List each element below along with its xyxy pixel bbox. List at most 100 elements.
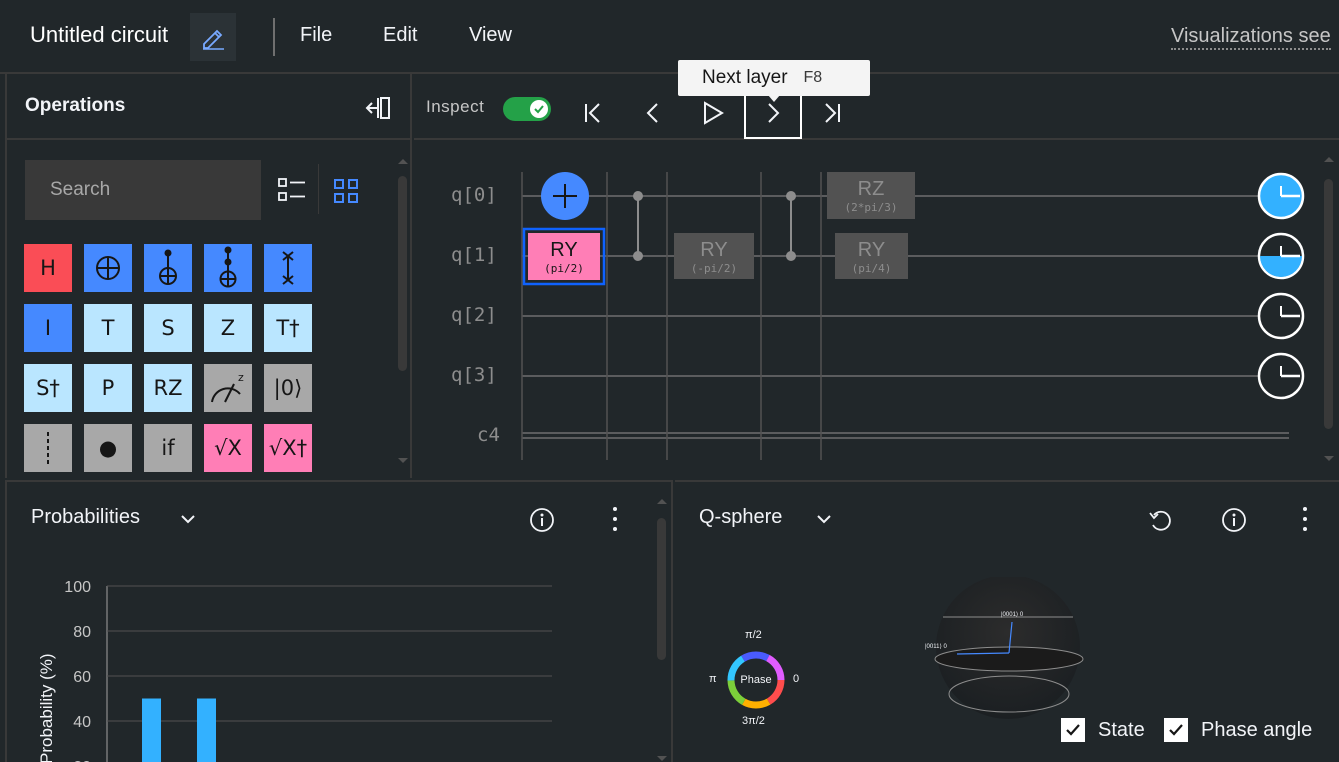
previous-layer-button[interactable]: [624, 87, 682, 139]
scrollbar-thumb[interactable]: [398, 176, 407, 371]
scrollbar-thumb[interactable]: [1324, 179, 1333, 429]
edit-title-button[interactable]: [190, 13, 236, 61]
gate-controlled-not[interactable]: [144, 244, 192, 292]
gate-sqrt-x[interactable]: √X: [204, 424, 252, 472]
gate-rz[interactable]: RZ: [144, 364, 192, 412]
phase-tick-bottom: 3π/2: [742, 715, 765, 727]
checkmark-icon: [534, 105, 544, 114]
chevron-down-icon[interactable]: [179, 510, 197, 528]
gate-name: RY: [550, 239, 578, 261]
qsphere-visual[interactable]: |0001⟩ 0 |0011⟩ 0: [925, 577, 1105, 727]
gate-h[interactable]: H: [24, 244, 72, 292]
gate-ry-2[interactable]: RY (-pi/2): [674, 233, 754, 279]
gate-sqrt-x-dagger[interactable]: √X†: [264, 424, 312, 472]
operations-search[interactable]: [25, 160, 261, 220]
gate-i[interactable]: I: [24, 304, 72, 352]
gate-reset[interactable]: |0⟩: [264, 364, 312, 412]
barrier-icon: [47, 432, 49, 464]
gate-s-dagger[interactable]: S†: [24, 364, 72, 412]
gate-ry-1[interactable]: RY (pi/2): [528, 233, 600, 280]
gate-control[interactable]: ●: [84, 424, 132, 472]
scroll-down-icon[interactable]: [396, 456, 410, 466]
gate-label: S†: [36, 376, 60, 400]
visualizations-link[interactable]: Visualizations see: [1171, 25, 1331, 50]
gate-name: RY: [700, 239, 728, 261]
gate-label: √X: [214, 436, 242, 460]
tooltip-caret: [768, 95, 780, 102]
scroll-up-icon[interactable]: [1322, 154, 1336, 164]
chevron-left-icon: [646, 103, 658, 123]
circuit-scrollbar[interactable]: [1322, 154, 1336, 464]
gate-if[interactable]: if: [144, 424, 192, 472]
gate-t[interactable]: T: [84, 304, 132, 352]
qsphere-title[interactable]: Q-sphere: [699, 506, 782, 529]
toffoli-icon: [219, 246, 237, 288]
gate-param: (pi/4): [851, 262, 892, 275]
scroll-up-icon[interactable]: [655, 496, 669, 506]
info-icon[interactable]: [529, 507, 555, 533]
checkbox-box[interactable]: [1164, 718, 1188, 742]
overflow-menu-icon[interactable]: [1293, 505, 1317, 533]
scroll-down-icon[interactable]: [655, 754, 669, 762]
scroll-down-icon[interactable]: [1322, 454, 1336, 464]
first-layer-button[interactable]: [564, 87, 622, 139]
gate-z[interactable]: Z: [204, 304, 252, 352]
inspect-toggle[interactable]: [503, 97, 551, 121]
menu-edit[interactable]: Edit: [383, 24, 417, 47]
menu-file[interactable]: File: [300, 24, 332, 47]
gate-measure-z[interactable]: z: [204, 364, 252, 412]
top-bar: Untitled circuit File Edit View Visualiz…: [0, 0, 1339, 74]
y-tick-label: 40: [73, 714, 91, 731]
probabilities-title[interactable]: Probabilities: [31, 506, 140, 529]
state-checkbox[interactable]: State: [1061, 718, 1145, 742]
chevron-down-icon[interactable]: [815, 510, 833, 528]
phase-tick-right: 0: [793, 673, 800, 685]
controlled-not-icon: [159, 249, 177, 285]
probabilities-scrollbar[interactable]: [655, 496, 669, 762]
gate-s[interactable]: S: [144, 304, 192, 352]
circuit-canvas[interactable]: q[0] q[1] q[2] q[3] c4 RY (pi/2) RY (-pi…: [414, 142, 1339, 478]
gate-label: ●: [98, 436, 118, 460]
probabilities-chart: 10080604020Probability (%): [37, 579, 552, 762]
probability-bar[interactable]: [142, 698, 161, 762]
phase-angle-checkbox[interactable]: Phase angle: [1164, 718, 1312, 742]
title-divider: [273, 18, 275, 56]
gate-swap[interactable]: [264, 244, 312, 292]
grid-view-icon[interactable]: [333, 178, 359, 204]
gate-ry-3[interactable]: RY (pi/4): [835, 233, 908, 279]
skip-forward-icon: [825, 103, 840, 123]
gate-param: (-pi/2): [690, 262, 738, 275]
next-layer-tooltip: Next layer F8: [678, 60, 870, 96]
probability-bar[interactable]: [197, 698, 216, 762]
scroll-up-icon[interactable]: [396, 156, 410, 166]
phase-tick-top: π/2: [745, 629, 762, 641]
overflow-menu-icon[interactable]: [603, 505, 627, 533]
gate-rz[interactable]: RZ (2*pi/3): [827, 172, 915, 219]
checkbox-label: State: [1098, 718, 1145, 741]
control-dot: [786, 251, 796, 261]
menu-view[interactable]: View: [469, 24, 512, 47]
list-view-icon[interactable]: [277, 176, 307, 204]
gate-barrier[interactable]: [24, 424, 72, 472]
gate-name: RY: [857, 239, 886, 261]
gate-label: Z: [220, 316, 236, 340]
checkmark-icon: [1169, 724, 1183, 736]
measure-z-icon: z: [211, 371, 244, 403]
gate-p[interactable]: P: [84, 364, 132, 412]
info-icon[interactable]: [1221, 507, 1247, 533]
scrollbar-thumb[interactable]: [657, 518, 666, 660]
gate-param: (2*pi/3): [844, 201, 898, 214]
gate-label: P: [101, 376, 115, 400]
checkbox-box[interactable]: [1061, 718, 1085, 742]
gate-toffoli[interactable]: [204, 244, 252, 292]
collapse-panel-icon[interactable]: [364, 94, 392, 122]
gate-t-dagger[interactable]: T†: [264, 304, 312, 352]
search-input[interactable]: [25, 160, 261, 220]
gate-label: |0⟩: [273, 376, 303, 400]
operations-scrollbar[interactable]: [396, 156, 410, 466]
gate-cnot[interactable]: [84, 244, 132, 292]
gate-label: S: [161, 316, 175, 340]
tooltip-shortcut: F8: [803, 69, 823, 86]
reset-view-icon[interactable]: [1147, 507, 1173, 533]
circuit-title[interactable]: Untitled circuit: [30, 22, 168, 48]
